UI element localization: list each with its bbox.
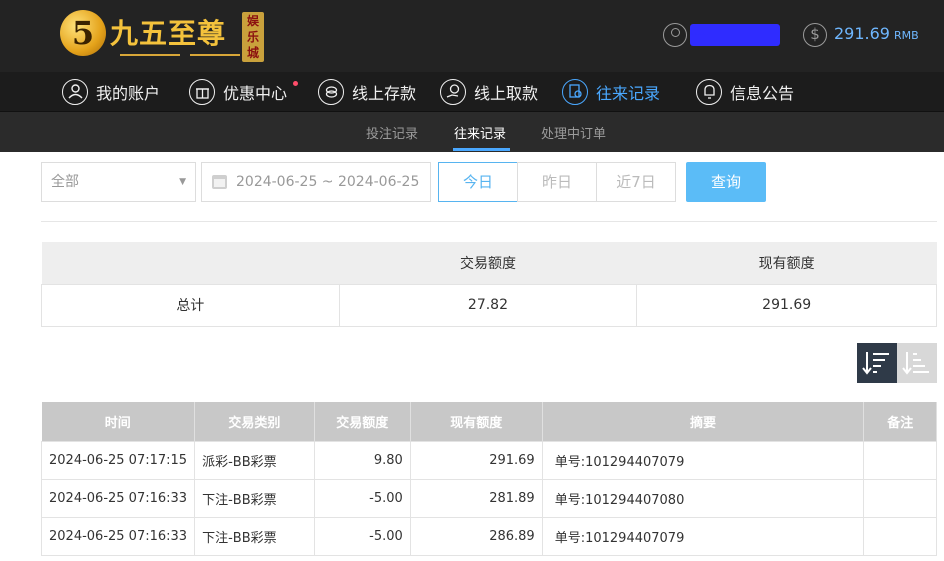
nav-label: 优惠中心 <box>223 84 288 103</box>
sort-descending-button[interactable] <box>857 343 897 383</box>
dollar-icon: $ <box>803 23 827 47</box>
user-avatar-icon[interactable] <box>663 23 687 47</box>
nav-promotions[interactable]: 优惠中心 <box>189 78 298 106</box>
cell-amount: -5.00 <box>313 478 411 518</box>
nav-label: 线上取款 <box>474 84 539 103</box>
table-row: 2024-06-25 07:16:33 下注-BB彩票 -5.00 286.89… <box>40 516 937 556</box>
cell-balance: 286.89 <box>409 516 543 556</box>
summary-total-label: 总计 <box>41 283 340 327</box>
sort-desc-icon <box>862 352 889 375</box>
column-header-remark[interactable]: 备注 <box>863 402 937 441</box>
balance-amount: 291.69 <box>834 24 890 43</box>
table-row: 2024-06-25 07:17:15 派彩-BB彩票 9.80 291.69 … <box>40 440 937 480</box>
range-yesterday-button[interactable]: 昨日 <box>517 162 597 202</box>
cell-remark <box>863 516 937 556</box>
tab-pending-orders[interactable]: 处理中订单 <box>541 123 606 142</box>
sub-nav: 投注记录 往来记录 处理中订单 <box>0 112 944 152</box>
tab-transaction-records[interactable]: 往来记录 <box>454 123 506 142</box>
active-tab-underline <box>453 148 510 151</box>
summary-total-row: 总计 27.82 291.69 <box>41 283 937 327</box>
bell-icon <box>696 79 722 105</box>
summary-header-row: 交易额度 现有额度 <box>41 242 937 284</box>
cell-amount: 9.80 <box>313 440 411 480</box>
deposit-coins-icon <box>318 79 344 105</box>
calendar-icon <box>212 175 227 189</box>
cell-remark <box>863 440 937 480</box>
column-header-category[interactable]: 交易类别 <box>194 402 315 441</box>
cell-category: 下注-BB彩票 <box>194 516 315 556</box>
column-header-time[interactable]: 时间 <box>41 402 196 441</box>
records-search-icon <box>562 79 588 105</box>
logo-name: 九五至尊 <box>110 17 227 50</box>
cell-balance: 281.89 <box>409 478 543 518</box>
logo-ornament <box>120 50 290 60</box>
cell-category: 下注-BB彩票 <box>194 478 315 518</box>
summary-header-cell: 交易额度 <box>339 242 637 284</box>
range-7days-button[interactable]: 近7日 <box>596 162 676 202</box>
nav-announcements[interactable]: 信息公告 <box>696 78 794 106</box>
nav-my-account[interactable]: 我的账户 <box>62 78 160 106</box>
nav-online-withdraw[interactable]: 线上取款 <box>440 78 538 106</box>
column-header-summary[interactable]: 摘要 <box>542 402 865 441</box>
withdraw-hand-icon <box>440 79 466 105</box>
cell-category: 派彩-BB彩票 <box>194 440 315 480</box>
top-header: 5 九五至尊 娱乐城 ····· $ 291.69 RMB <box>0 0 944 72</box>
notification-dot <box>293 81 298 86</box>
sort-ascending-button[interactable] <box>897 343 937 383</box>
cell-summary: 单号:101294407080 <box>541 478 865 518</box>
date-range-input[interactable]: 2024-06-25 ~ 2024-06-25 <box>201 162 431 202</box>
nav-label: 我的账户 <box>96 84 161 103</box>
summary-header-cell <box>41 242 340 284</box>
logo-mark-icon: 5 <box>60 10 106 56</box>
column-header-amount[interactable]: 交易额度 <box>314 402 411 441</box>
cell-time: 2024-06-25 07:16:33 <box>40 516 196 556</box>
nav-label: 往来记录 <box>596 84 661 103</box>
nav-online-deposit[interactable]: 线上存款 <box>318 78 416 106</box>
nav-transaction-records[interactable]: 往来记录 <box>562 78 660 106</box>
username-masked[interactable]: ····· <box>690 24 780 46</box>
summary-table: 交易额度 现有额度 总计 27.82 291.69 <box>41 242 937 327</box>
main-nav: 我的账户 优惠中心 线上存款 线上取款 往来记录 信息公告 <box>0 72 944 112</box>
cell-time: 2024-06-25 07:17:15 <box>40 440 196 480</box>
filter-divider <box>41 221 937 222</box>
type-select[interactable]: 全部 ▼ <box>41 162 196 202</box>
summary-header-cell: 现有额度 <box>636 242 937 284</box>
cell-summary: 单号:101294407079 <box>541 440 865 480</box>
column-header-balance[interactable]: 现有额度 <box>410 402 543 441</box>
records-table: 时间 交易类别 交易额度 现有额度 摘要 备注 2024-06-25 07:17… <box>40 402 937 556</box>
cell-amount: -5.00 <box>313 516 411 556</box>
table-row: 2024-06-25 07:16:33 下注-BB彩票 -5.00 281.89… <box>40 478 937 518</box>
nav-label: 线上存款 <box>352 84 417 103</box>
type-select-value: 全部 <box>51 174 79 190</box>
date-range-value: 2024-06-25 ~ 2024-06-25 <box>236 174 420 190</box>
cell-balance: 291.69 <box>409 440 543 480</box>
summary-total-balance: 291.69 <box>636 283 937 327</box>
tab-bet-records[interactable]: 投注记录 <box>366 123 418 142</box>
account-balance: 291.69 RMB <box>834 24 919 43</box>
user-circle-icon <box>62 79 88 105</box>
sort-asc-icon <box>902 352 929 375</box>
caret-down-icon: ▼ <box>179 177 186 187</box>
balance-currency: RMB <box>893 29 919 42</box>
cell-remark <box>863 478 937 518</box>
summary-total-amount: 27.82 <box>338 283 638 327</box>
range-today-button[interactable]: 今日 <box>438 162 518 202</box>
cell-summary: 单号:101294407079 <box>541 516 865 556</box>
cell-time: 2024-06-25 07:16:33 <box>40 478 196 518</box>
nav-label: 信息公告 <box>730 84 795 103</box>
records-header-row: 时间 交易类别 交易额度 现有额度 摘要 备注 <box>41 402 937 441</box>
query-button[interactable]: 查询 <box>686 162 766 202</box>
logo-seal: 娱乐城 <box>242 12 264 62</box>
gift-icon <box>189 79 215 105</box>
